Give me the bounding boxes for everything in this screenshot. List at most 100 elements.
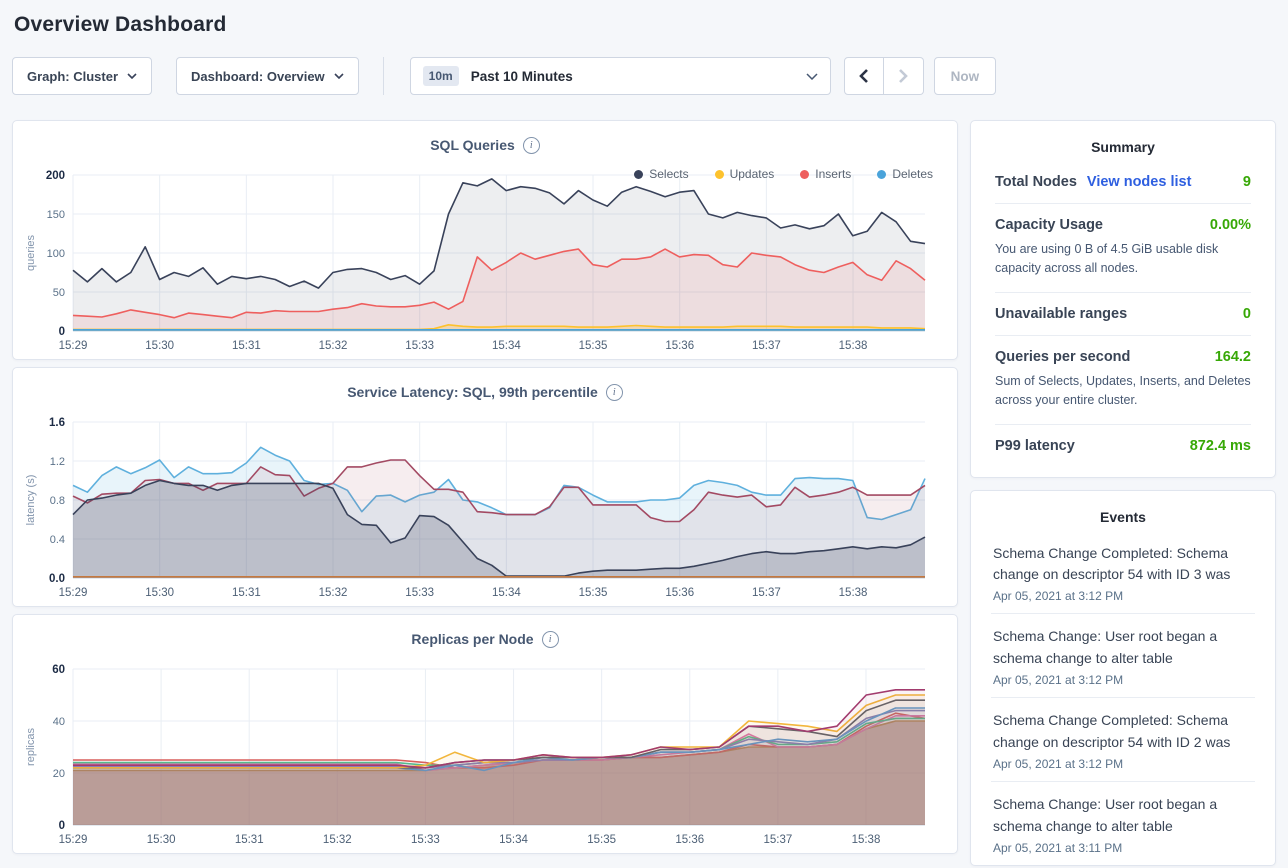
legend-label: Selects bbox=[649, 167, 688, 181]
svg-text:15:33: 15:33 bbox=[405, 587, 434, 599]
svg-text:20: 20 bbox=[53, 768, 65, 780]
svg-text:15:35: 15:35 bbox=[587, 834, 616, 846]
summary-row: Unavailable ranges 0 bbox=[995, 293, 1251, 336]
legend-item-updates: Updates bbox=[715, 167, 775, 181]
svg-text:15:31: 15:31 bbox=[235, 834, 264, 846]
summary-value: 872.4 ms bbox=[1190, 438, 1251, 454]
summary-description: Sum of Selects, Updates, Inserts, and De… bbox=[995, 372, 1251, 411]
event-item[interactable]: Schema Change Completed: Schema change o… bbox=[991, 531, 1255, 615]
legend-label: Inserts bbox=[815, 167, 851, 181]
chevron-down-icon bbox=[806, 73, 818, 80]
chart-legend: Selects Updates Inserts Deletes bbox=[634, 167, 933, 181]
sql-queries-chart[interactable]: 05010015020015:2915:3015:3115:3215:3315:… bbox=[21, 163, 949, 359]
svg-text:15:32: 15:32 bbox=[319, 340, 348, 352]
event-text: Schema Change: User root began a schema … bbox=[993, 794, 1253, 838]
toolbar-divider bbox=[383, 57, 384, 95]
svg-text:0.0: 0.0 bbox=[49, 573, 65, 585]
event-timestamp: Apr 05, 2021 at 3:12 PM bbox=[993, 673, 1253, 687]
svg-text:15:37: 15:37 bbox=[763, 834, 792, 846]
summary-label: Queries per second bbox=[995, 349, 1130, 365]
time-nav-group bbox=[844, 57, 924, 95]
svg-text:15:36: 15:36 bbox=[665, 587, 694, 599]
replicas-per-node-chart[interactable]: 020406015:2915:3015:3115:3215:3315:3415:… bbox=[21, 657, 949, 853]
svg-text:15:34: 15:34 bbox=[492, 340, 521, 352]
svg-text:0.4: 0.4 bbox=[50, 534, 65, 546]
svg-text:replicas: replicas bbox=[25, 728, 37, 766]
chart-header: Service Latency: SQL, 99th percentile i bbox=[21, 368, 949, 410]
svg-text:15:32: 15:32 bbox=[319, 587, 348, 599]
svg-text:0: 0 bbox=[59, 820, 65, 832]
event-item[interactable]: Schema Change Completed: Schema change o… bbox=[991, 698, 1255, 782]
svg-text:15:29: 15:29 bbox=[59, 834, 88, 846]
main-content: SQL Queries i Selects Updates Inserts Delet… bbox=[12, 120, 1276, 866]
summary-row: Total NodesView nodes list9 bbox=[995, 161, 1251, 204]
time-range-selector[interactable]: 10m Past 10 Minutes bbox=[410, 57, 831, 95]
svg-text:15:38: 15:38 bbox=[852, 834, 881, 846]
svg-text:0: 0 bbox=[59, 326, 65, 338]
chevron-left-icon bbox=[859, 69, 868, 83]
now-button[interactable]: Now bbox=[934, 57, 997, 95]
time-range-label: Past 10 Minutes bbox=[471, 69, 806, 84]
event-item[interactable]: Schema Change: User root began a schema … bbox=[991, 782, 1255, 865]
summary-label: Unavailable ranges bbox=[995, 306, 1127, 322]
chart-title: SQL Queries bbox=[430, 137, 515, 153]
svg-text:15:35: 15:35 bbox=[579, 587, 608, 599]
info-icon[interactable]: i bbox=[542, 631, 559, 648]
events-panel: Events Schema Change Completed: Schema c… bbox=[970, 490, 1276, 867]
svg-text:200: 200 bbox=[46, 170, 65, 182]
svg-text:15:34: 15:34 bbox=[492, 587, 521, 599]
summary-value: 0.00% bbox=[1210, 217, 1251, 233]
chart-panel-service-latency: Service Latency: SQL, 99th percentile i … bbox=[12, 367, 958, 607]
info-icon[interactable]: i bbox=[523, 137, 540, 154]
toolbar: Graph: Cluster Dashboard: Overview 10m P… bbox=[12, 57, 1276, 95]
event-text: Schema Change: User root began a schema … bbox=[993, 626, 1253, 670]
legend-label: Updates bbox=[730, 167, 775, 181]
info-icon[interactable]: i bbox=[606, 384, 623, 401]
svg-text:15:35: 15:35 bbox=[579, 340, 608, 352]
chevron-right-icon bbox=[899, 69, 908, 83]
summary-panel: Summary Total NodesView nodes list9Capac… bbox=[970, 120, 1276, 478]
chart-panel-replicas-per-node: Replicas per Node i 020406015:2915:3015:… bbox=[12, 614, 958, 854]
view-nodes-list-link[interactable]: View nodes list bbox=[1087, 174, 1192, 190]
chart-title: Replicas per Node bbox=[411, 631, 533, 647]
legend-label: Deletes bbox=[892, 167, 933, 181]
svg-text:latency (s): latency (s) bbox=[25, 475, 37, 526]
sidebar: Summary Total NodesView nodes list9Capac… bbox=[970, 120, 1276, 866]
overview-dashboard-page: Overview Dashboard Graph: Cluster Dashbo… bbox=[0, 13, 1288, 866]
event-item[interactable]: Schema Change: User root began a schema … bbox=[991, 614, 1255, 698]
summary-label: Capacity Usage bbox=[995, 217, 1103, 233]
svg-text:15:37: 15:37 bbox=[752, 587, 781, 599]
legend-item-selects: Selects bbox=[634, 167, 688, 181]
graph-dropdown-label: Graph: Cluster bbox=[27, 69, 118, 84]
service-latency-chart[interactable]: 0.00.40.81.21.615:2915:3015:3115:3215:33… bbox=[21, 410, 949, 606]
summary-rows: Total NodesView nodes list9Capacity Usag… bbox=[995, 161, 1251, 467]
svg-text:15:38: 15:38 bbox=[839, 340, 868, 352]
dashboard-dropdown[interactable]: Dashboard: Overview bbox=[176, 57, 359, 95]
svg-text:60: 60 bbox=[52, 664, 65, 676]
time-next-button[interactable] bbox=[884, 57, 924, 95]
legend-item-deletes: Deletes bbox=[877, 167, 933, 181]
summary-value: 164.2 bbox=[1215, 349, 1251, 365]
summary-description: You are using 0 B of 4.5 GiB usable disk… bbox=[995, 240, 1251, 279]
chart-title: Service Latency: SQL, 99th percentile bbox=[347, 384, 598, 400]
svg-text:15:30: 15:30 bbox=[145, 587, 174, 599]
svg-text:15:36: 15:36 bbox=[665, 340, 694, 352]
svg-text:15:34: 15:34 bbox=[499, 834, 528, 846]
svg-text:15:36: 15:36 bbox=[675, 834, 704, 846]
event-text: Schema Change Completed: Schema change o… bbox=[993, 543, 1253, 587]
time-prev-button[interactable] bbox=[844, 57, 884, 95]
chart-header: SQL Queries i bbox=[21, 121, 949, 163]
events-list: Schema Change Completed: Schema change o… bbox=[991, 531, 1255, 866]
svg-text:1.2: 1.2 bbox=[50, 456, 65, 468]
svg-text:15:32: 15:32 bbox=[323, 834, 352, 846]
graph-dropdown[interactable]: Graph: Cluster bbox=[12, 57, 152, 95]
svg-text:15:37: 15:37 bbox=[752, 340, 781, 352]
summary-title: Summary bbox=[995, 139, 1251, 155]
summary-label: Total Nodes bbox=[995, 174, 1077, 190]
summary-value: 0 bbox=[1243, 306, 1251, 322]
event-timestamp: Apr 05, 2021 at 3:12 PM bbox=[993, 757, 1253, 771]
chevron-down-icon bbox=[334, 73, 344, 79]
svg-text:15:29: 15:29 bbox=[59, 587, 88, 599]
svg-text:queries: queries bbox=[25, 234, 37, 271]
svg-text:15:33: 15:33 bbox=[411, 834, 440, 846]
